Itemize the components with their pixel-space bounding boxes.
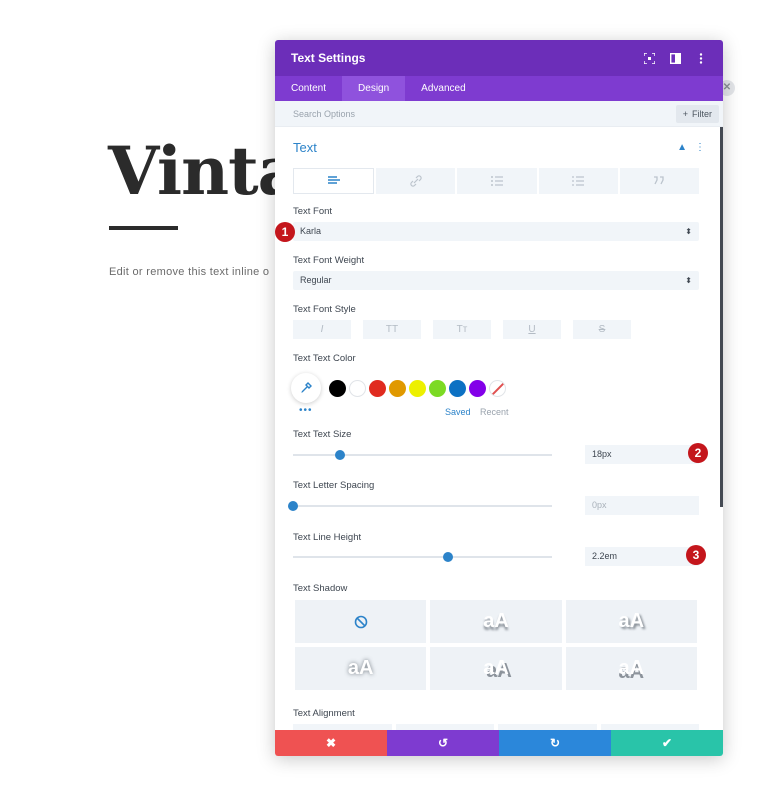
select-arrows-icon: ⬍ <box>685 276 692 285</box>
more-colors-icon[interactable]: ••• <box>299 405 313 416</box>
recent-colors-tab[interactable]: Recent <box>480 407 509 417</box>
page: Vintag Edit or remove this text inline o… <box>0 0 768 792</box>
modal-footer: ✖ ↺ ↻ ✔ <box>275 730 723 756</box>
slider-handle[interactable] <box>334 450 345 460</box>
text-orientation-tabs <box>293 168 700 194</box>
letter-spacing-slider[interactable] <box>288 501 552 511</box>
swatch-blue[interactable] <box>449 379 466 397</box>
text-size-slider[interactable] <box>293 450 552 460</box>
ordered-list-tab-icon[interactable] <box>538 168 618 194</box>
font-style-label: Text Font Style <box>293 304 356 315</box>
font-style-buttons: I TT Tт U S <box>293 320 631 339</box>
color-swatches <box>291 373 509 403</box>
shadow-preset-2[interactable]: aA <box>565 600 697 643</box>
settings-tabs: Content Design Advanced <box>275 76 723 101</box>
text-font-label: Text Font <box>293 206 333 217</box>
swatch-black[interactable] <box>329 379 346 397</box>
tab-design[interactable]: Design <box>342 76 406 101</box>
shadow-preset-3[interactable]: aA <box>295 647 427 690</box>
text-settings-modal: Text Settings Content Design Advanced Se… <box>275 40 723 756</box>
section-header[interactable]: Text ▲ ⋮ <box>293 139 705 155</box>
text-size-input[interactable]: 18px <box>585 445 699 464</box>
swatch-yellow[interactable] <box>409 379 426 397</box>
annotation-marker-2: 2 <box>688 443 708 463</box>
text-size-label: Text Text Size <box>293 429 352 440</box>
chevron-up-icon[interactable]: ▲ <box>677 142 687 153</box>
modal-title: Text Settings <box>291 51 366 65</box>
letter-spacing-input[interactable]: 0px <box>585 496 699 515</box>
eyedropper-icon[interactable] <box>291 373 321 403</box>
font-weight-select[interactable]: Regular ⬍ <box>293 271 699 290</box>
fullscreen-icon[interactable] <box>643 52 655 64</box>
text-tab-icon[interactable] <box>293 168 375 194</box>
swatch-red[interactable] <box>369 379 386 397</box>
plus-icon: + <box>682 108 688 119</box>
text-shadow-presets: aA aA aA aA aA <box>295 600 697 690</box>
tab-content[interactable]: Content <box>275 76 342 101</box>
section-menu-icon[interactable]: ⋮ <box>695 142 705 153</box>
annotation-marker-1: 1 <box>275 222 295 242</box>
font-weight-value: Regular <box>300 275 332 285</box>
shadow-none-option[interactable] <box>295 600 427 643</box>
slider-handle[interactable] <box>288 501 298 511</box>
unordered-list-tab-icon[interactable] <box>457 168 537 194</box>
filter-label: Filter <box>692 108 712 119</box>
save-button[interactable]: ✔ <box>611 730 723 756</box>
quote-tab-icon[interactable] <box>619 168 700 194</box>
more-options-icon[interactable] <box>695 52 707 64</box>
cancel-button[interactable]: ✖ <box>275 730 387 756</box>
link-tab-icon[interactable] <box>376 168 456 194</box>
text-font-select[interactable]: Karla ⬍ <box>293 222 699 241</box>
select-arrows-icon: ⬍ <box>685 227 692 236</box>
shadow-preset-1[interactable]: aA <box>430 600 562 643</box>
swatch-purple[interactable] <box>469 379 486 397</box>
line-height-label: Text Line Height <box>293 532 362 543</box>
modal-header: Text Settings <box>275 40 723 76</box>
heading-divider <box>109 226 178 230</box>
swatch-orange[interactable] <box>389 379 406 397</box>
text-color-label: Text Text Color <box>293 353 356 364</box>
text-font-value: Karla <box>300 226 322 236</box>
letter-spacing-label: Text Letter Spacing <box>293 480 375 491</box>
saved-colors-tab[interactable]: Saved <box>445 407 471 417</box>
text-shadow-label: Text Shadow <box>293 583 348 594</box>
shadow-preset-5[interactable]: aA <box>565 647 697 690</box>
line-height-slider[interactable] <box>293 552 552 562</box>
swatch-green[interactable] <box>429 379 446 397</box>
filter-button[interactable]: + Filter <box>675 104 719 123</box>
line-height-input[interactable]: 2.2em <box>585 547 699 566</box>
undo-button[interactable]: ↺ <box>387 730 499 756</box>
swatch-no-color[interactable] <box>489 379 506 397</box>
annotation-marker-3: 3 <box>686 545 706 565</box>
swatch-white[interactable] <box>349 379 366 397</box>
section-title: Text <box>293 139 317 155</box>
search-input[interactable] <box>293 108 676 119</box>
search-bar: + Filter <box>275 101 723 127</box>
shadow-preset-4[interactable]: aA <box>430 647 562 690</box>
underline-button[interactable]: U <box>503 320 561 339</box>
split-view-icon[interactable] <box>669 52 681 64</box>
no-shadow-icon <box>354 615 367 628</box>
font-weight-label: Text Font Weight <box>293 255 365 266</box>
capitalize-button[interactable]: Tт <box>433 320 491 339</box>
strikethrough-button[interactable]: S <box>573 320 631 339</box>
italic-button[interactable]: I <box>293 320 351 339</box>
page-body-text: Edit or remove this text inline o <box>109 266 270 278</box>
redo-button[interactable]: ↻ <box>499 730 611 756</box>
text-alignment-label: Text Alignment <box>293 708 355 719</box>
tab-advanced[interactable]: Advanced <box>405 76 481 101</box>
uppercase-button[interactable]: TT <box>363 320 421 339</box>
